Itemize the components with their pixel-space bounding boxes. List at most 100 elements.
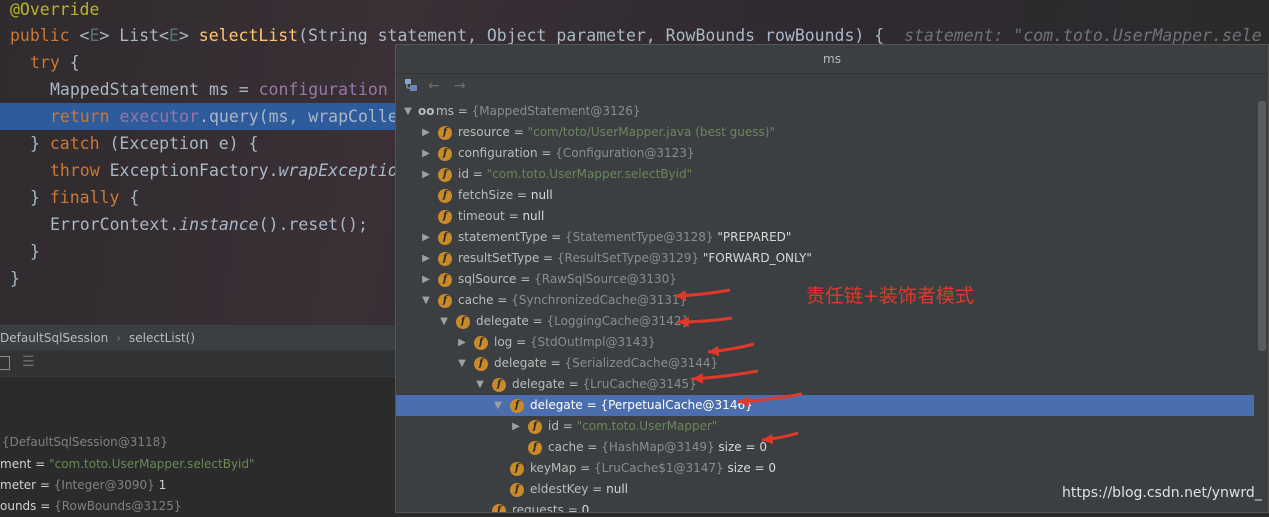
tree-row-label: delegate = {PerpetualCache@3146} bbox=[530, 395, 753, 416]
code-line: ErrorContext.instance().reset(); bbox=[0, 211, 368, 238]
code-line: @Override bbox=[0, 0, 99, 23]
method-token: instance bbox=[179, 215, 259, 234]
object-type: {LruCache@3145} bbox=[582, 377, 697, 391]
tree-row[interactable]: f fetchSize = null bbox=[396, 185, 1254, 206]
expand-right-arrow-icon[interactable]: ▶ bbox=[420, 269, 432, 290]
plain-value: null bbox=[522, 209, 545, 223]
breadcrumb-class[interactable]: DefaultSqlSession bbox=[0, 331, 108, 345]
expand-right-arrow-icon[interactable]: ▶ bbox=[510, 416, 522, 437]
expand-right-arrow-icon[interactable]: ▶ bbox=[420, 248, 432, 269]
equals-sign: = bbox=[537, 146, 556, 160]
tree-row-label: ms = {MappedStatement@3126} bbox=[436, 101, 641, 122]
field-icon: f bbox=[492, 504, 506, 512]
field-name: resource bbox=[458, 125, 510, 139]
equals-sign: = bbox=[513, 188, 531, 202]
tree-row[interactable]: f requests = 0 bbox=[396, 500, 1254, 512]
expand-right-arrow-icon[interactable]: ▶ bbox=[420, 122, 432, 143]
expand-down-arrow-icon[interactable]: ▼ bbox=[456, 353, 468, 374]
field-name: eldestKey bbox=[530, 482, 589, 496]
table-icon[interactable] bbox=[0, 356, 10, 370]
plain-value: "PREPARED" bbox=[713, 230, 792, 244]
variable-row[interactable]: : {DefaultSqlSession@3118} bbox=[0, 432, 168, 453]
field-name: statementType bbox=[458, 230, 548, 244]
code-line: throw ExceptionFactory.wrapExceptio bbox=[0, 157, 398, 184]
breadcrumb-method[interactable]: selectList() bbox=[129, 331, 195, 345]
expand-right-arrow-icon[interactable]: ▶ bbox=[420, 227, 432, 248]
tree-row[interactable]: ▶ f id = "com.toto.UserMapper" bbox=[396, 416, 1254, 437]
tree-row-label: log = {StdOutImpl@3143} bbox=[494, 332, 656, 353]
tree-row-label: keyMap = {LruCache$1@3147} size = 0 bbox=[530, 458, 776, 479]
expand-right-arrow-icon[interactable]: ▶ bbox=[420, 143, 432, 164]
object-type: {LruCache$1@3147} bbox=[594, 461, 724, 475]
variable-row[interactable]: ounds = {RowBounds@3125} bbox=[0, 496, 182, 517]
tree-row[interactable]: f cache = {HashMap@3149} size = 0 bbox=[396, 437, 1254, 458]
tree-row-label: id = "com.toto.UserMapper" bbox=[548, 416, 717, 437]
tree-row[interactable]: ▼ f delegate = {PerpetualCache@3146} bbox=[396, 395, 1254, 416]
tree-row-label: requests = 0 bbox=[512, 500, 589, 512]
variable-type: {DefaultSqlSession@3118} bbox=[1, 435, 168, 449]
equals-sign: = bbox=[509, 125, 528, 139]
tree-row[interactable]: ▶ f resultSetType = {ResultSetType@3129} "… bbox=[396, 248, 1254, 269]
current-execution-line: return executor.query(ms, wrapColle bbox=[0, 103, 445, 130]
equals-sign: = bbox=[453, 104, 472, 118]
tree-row[interactable]: ▼ oo ms = {MappedStatement@3126} bbox=[396, 101, 1254, 122]
field-name: delegate bbox=[512, 377, 565, 391]
tree-row[interactable]: ▶ f log = {StdOutImpl@3143} bbox=[396, 332, 1254, 353]
tree-structure-icon[interactable] bbox=[404, 78, 418, 96]
variable-row[interactable]: ment = "com.toto.UserMapper.selectByid" bbox=[0, 454, 255, 475]
field-name: delegate bbox=[530, 398, 583, 412]
tree-row[interactable]: ▼ f delegate = {LruCache@3145} bbox=[396, 374, 1254, 395]
equals-sign: = bbox=[547, 230, 566, 244]
keyword-token: return bbox=[50, 107, 120, 126]
vertical-scrollbar[interactable] bbox=[1258, 101, 1266, 351]
variable-type: {RowBounds@3125} bbox=[54, 499, 182, 513]
variable-value: "com.toto.UserMapper.selectByid" bbox=[49, 457, 255, 471]
variable-value: 1 bbox=[154, 478, 167, 492]
expand-right-arrow-icon[interactable]: ▶ bbox=[456, 332, 468, 353]
equals-sign: = bbox=[576, 461, 595, 475]
object-type: {PerpetualCache@3146} bbox=[600, 398, 753, 412]
field-icon: f bbox=[474, 357, 488, 371]
field-name: sqlSource bbox=[458, 272, 517, 286]
tree-row[interactable]: ▶ f statementType = {StatementType@3128} "… bbox=[396, 227, 1254, 248]
field-name: fetchSize bbox=[458, 188, 514, 202]
expand-down-arrow-icon[interactable]: ▼ bbox=[474, 374, 486, 395]
tree-row-label: delegate = {LruCache@3145} bbox=[512, 374, 697, 395]
field-name: requests bbox=[512, 503, 564, 512]
equals-sign: = bbox=[558, 419, 577, 433]
tree-row[interactable]: f keyMap = {LruCache$1@3147} size = 0 bbox=[396, 458, 1254, 479]
back-arrow-icon[interactable]: ← bbox=[428, 78, 440, 94]
expand-down-arrow-icon[interactable]: ▼ bbox=[438, 311, 450, 332]
inline-debug-hint: statement: "com.toto.UserMapper.sele bbox=[904, 26, 1262, 45]
tree-row[interactable]: ▶ f id = "com.toto.UserMapper.selectByid" bbox=[396, 164, 1254, 185]
expand-down-arrow-icon[interactable]: ▼ bbox=[402, 101, 414, 122]
expand-right-arrow-icon[interactable]: ▶ bbox=[420, 164, 432, 185]
list-icon[interactable]: ☰ bbox=[22, 354, 35, 370]
keyword-token: throw bbox=[50, 161, 110, 180]
code-token: ExceptionFactory. bbox=[109, 161, 279, 180]
variable-row[interactable]: meter = {Integer@3090} 1 bbox=[0, 475, 166, 496]
field-name: id bbox=[458, 167, 469, 181]
object-type: {RawSqlSource@3130} bbox=[534, 272, 677, 286]
variable-inspector-popup[interactable]: ms ← → ▼ oo ms = {MappedStatement@3126} ▶ f r… bbox=[395, 44, 1269, 513]
object-type: {Configuration@3123} bbox=[555, 146, 695, 160]
watch-object-icon: oo bbox=[418, 104, 435, 118]
field-icon: f bbox=[438, 252, 452, 266]
tree-row[interactable]: ▶ f resource = "com/toto/UserMapper.java (… bbox=[396, 122, 1254, 143]
code-token: > bbox=[178, 26, 199, 45]
tree-row[interactable]: ▶ f configuration = {Configuration@3123} bbox=[396, 143, 1254, 164]
tree-row[interactable]: ▼ f delegate = {SerializedCache@3144} bbox=[396, 353, 1254, 374]
code-token: .query(ms, wrapColle bbox=[199, 107, 398, 126]
tree-row-label: delegate = {LoggingCache@3142} bbox=[476, 311, 689, 332]
forward-arrow-icon[interactable]: → bbox=[454, 78, 466, 94]
expand-down-arrow-icon[interactable]: ▼ bbox=[492, 395, 504, 416]
tree-row[interactable]: ▼ f delegate = {LoggingCache@3142} bbox=[396, 311, 1254, 332]
field-name: id bbox=[548, 419, 559, 433]
code-token: > List< bbox=[99, 26, 169, 45]
equals-sign: = bbox=[493, 293, 512, 307]
expand-down-arrow-icon[interactable]: ▼ bbox=[420, 290, 432, 311]
debug-variables-panel: ☰ : {DefaultSqlSession@3118} ment = "com… bbox=[0, 350, 395, 513]
tree-row[interactable]: f timeout = null bbox=[396, 206, 1254, 227]
field-name: ms bbox=[436, 104, 454, 118]
popup-title[interactable]: ms bbox=[396, 45, 1268, 74]
